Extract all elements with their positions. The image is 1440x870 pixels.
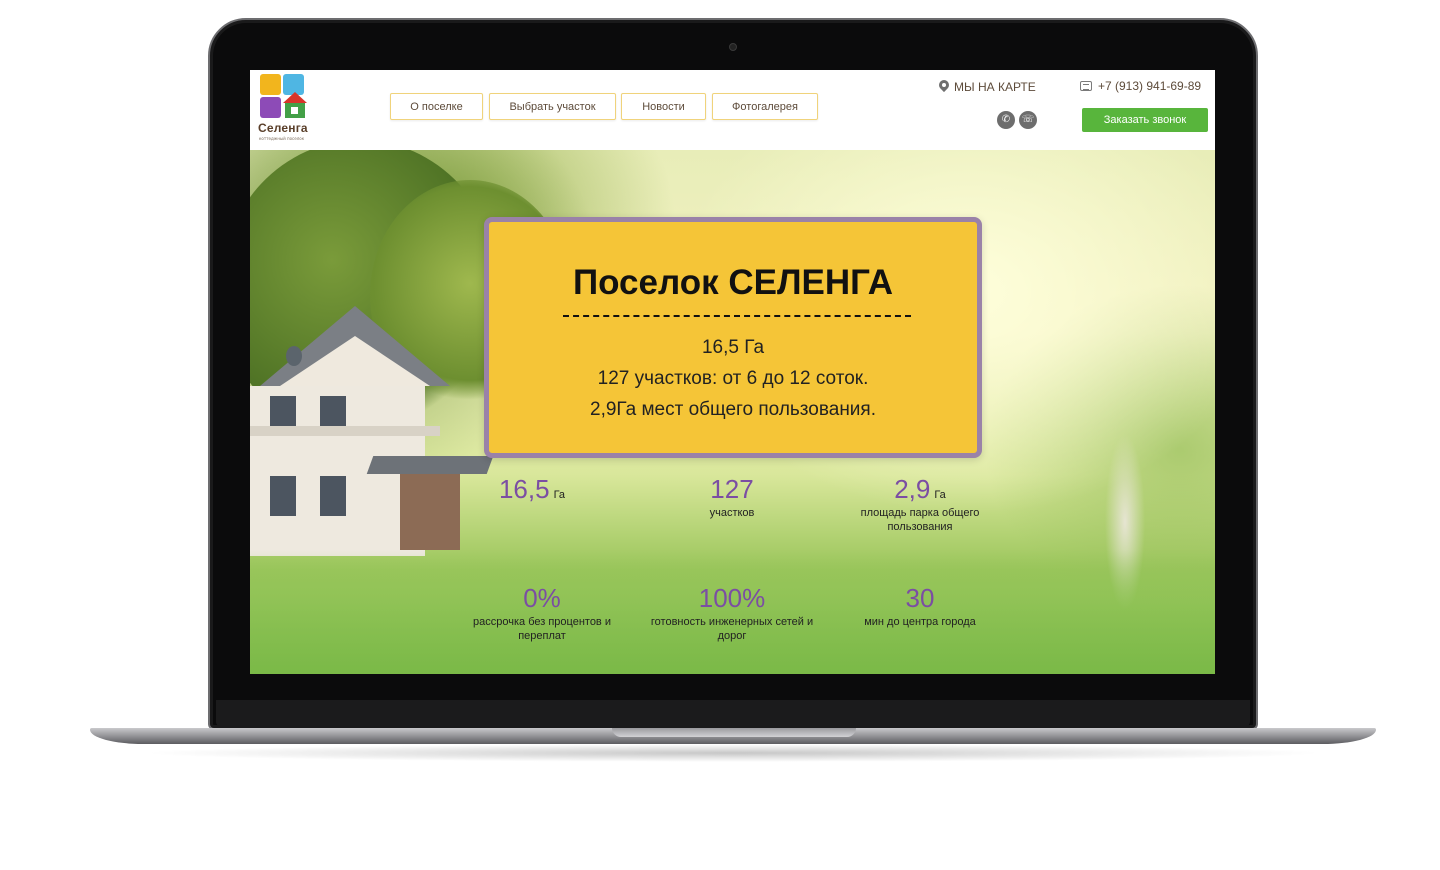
stat-label: мин до центра города — [864, 616, 976, 628]
logo-name: Селенга — [258, 121, 308, 135]
phone-number: +7 (913) 941-69-89 — [1098, 79, 1202, 93]
phone-link[interactable]: +7 (913) 941-69-89 — [1080, 79, 1201, 93]
title-common-area-line: 2,9Га мест общего пользования. — [590, 399, 876, 420]
nav-news-button[interactable]: Новости — [621, 93, 706, 120]
stat-area: 16,5 Га — [437, 476, 627, 503]
title-area-line: 16,5 Га — [701, 337, 765, 358]
stat-value: 2,9 — [894, 474, 931, 504]
stat-value: 0% — [523, 583, 561, 613]
nav-gallery-button[interactable]: Фотогалерея — [712, 93, 818, 120]
logo-icon — [260, 74, 307, 118]
hero-section: Поселок СЕЛЕНГА 16,5 Га 127 участков: от… — [250, 150, 1215, 674]
title-card: Поселок СЕЛЕНГА 16,5 Га 127 участков: от… — [484, 217, 982, 458]
nav-choose-plot-button[interactable]: Выбрать участок — [489, 93, 616, 120]
stat-plots: 127 участков — [637, 476, 827, 520]
stat-readiness: 100% готовность инженерных сетей и дорог — [637, 585, 827, 643]
viber-icon[interactable]: ✆ — [997, 111, 1015, 129]
stat-unit: Га — [553, 489, 566, 501]
stat-value: 100% — [698, 583, 766, 613]
stat-label: площадь парка общего пользования — [860, 507, 980, 533]
screen: Селенга коттеджный поселок О поселке Выб… — [250, 70, 1215, 674]
stat-label: готовность инженерных сетей и дорог — [650, 616, 814, 642]
logo-tagline: коттеджный поселок — [259, 136, 305, 141]
stat-value: 16,5 — [498, 474, 550, 504]
stat-distance: 30 мин до центра города — [825, 585, 1015, 629]
laptop-shadow — [140, 744, 1326, 762]
map-link[interactable]: МЫ НА КАРТЕ — [938, 80, 1036, 94]
laptop-bezel — [216, 700, 1250, 726]
map-pin-icon — [938, 80, 950, 94]
house-illustration — [250, 306, 494, 556]
camera-icon — [729, 43, 737, 51]
stat-value: 127 — [710, 474, 754, 504]
stat-label: участков — [709, 507, 755, 519]
whatsapp-icon[interactable]: ☏ — [1019, 111, 1037, 129]
logo[interactable]: Селенга коттеджный поселок — [258, 74, 320, 142]
stat-park-area: 2,9 Га площадь парка общего пользования — [825, 476, 1015, 534]
stat-value: 30 — [905, 583, 935, 613]
stat-unit: Га — [934, 489, 946, 501]
order-call-button[interactable]: Заказать звонок — [1082, 108, 1208, 132]
site-header: Селенга коттеджный поселок О поселке Выб… — [250, 70, 1215, 150]
stat-installment: 0% рассрочка без процентов и переплат — [447, 585, 637, 643]
map-link-label: МЫ НА КАРТЕ — [954, 80, 1036, 94]
phone-icon — [1080, 81, 1092, 91]
title-plots-line: 127 участков: от 6 до 12 соток. — [597, 368, 869, 389]
nav-about-button[interactable]: О поселке — [390, 93, 483, 120]
title-divider — [563, 315, 911, 317]
stat-label: рассрочка без процентов и переплат — [473, 616, 611, 642]
messenger-links: ✆ ☏ — [997, 111, 1037, 129]
laptop-notch — [612, 728, 856, 737]
page-title: Поселок СЕЛЕНГА — [572, 263, 894, 302]
